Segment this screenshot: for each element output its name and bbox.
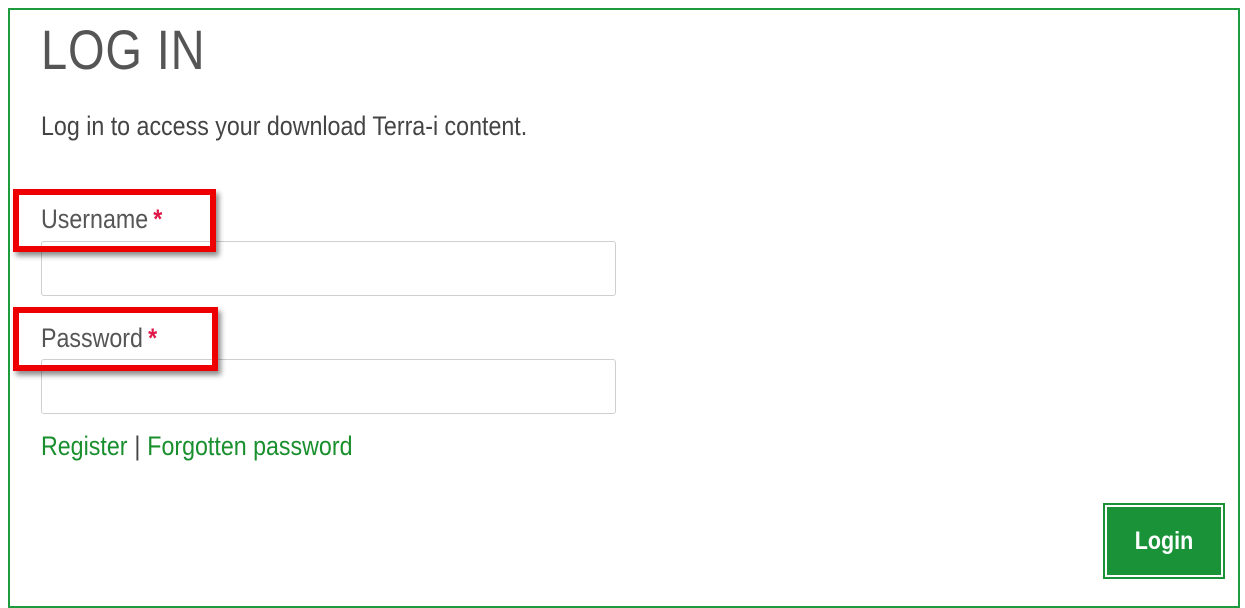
username-highlight-box <box>13 189 216 252</box>
password-highlight-box <box>13 307 218 371</box>
login-button[interactable]: Login <box>1103 503 1225 579</box>
account-links: Register | Forgotten password <box>41 430 352 462</box>
page-title: LOG IN <box>41 18 206 81</box>
link-separator: | <box>134 431 141 461</box>
forgotten-password-link[interactable]: Forgotten password <box>147 431 352 461</box>
intro-text: Log in to access your download Terra-i c… <box>41 111 528 141</box>
login-button-label: Login <box>1134 526 1194 555</box>
register-link[interactable]: Register <box>41 431 127 461</box>
